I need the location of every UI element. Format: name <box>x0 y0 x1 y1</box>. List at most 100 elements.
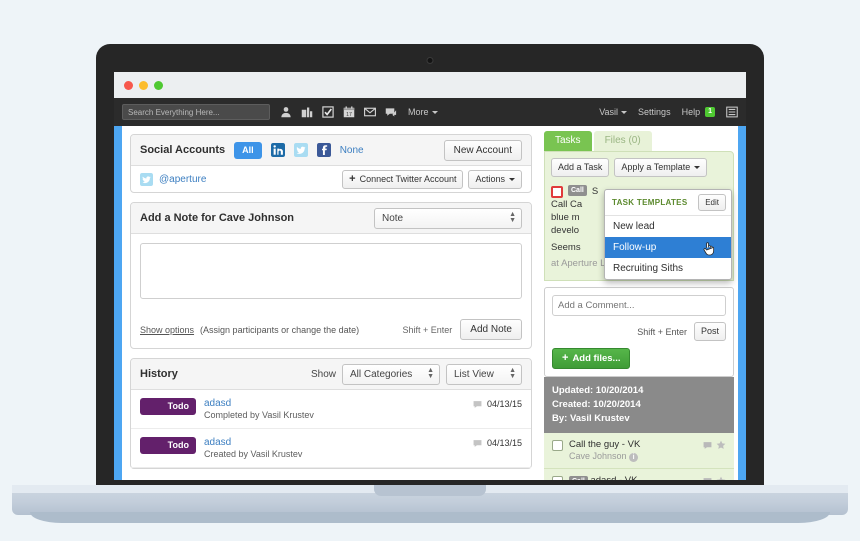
table-row[interactable]: Todo adasd Created by Vasil Krustev 04/1… <box>131 429 531 468</box>
history-panel: History Show All Categories ▲ ▼ List View… <box>130 358 532 469</box>
list-item-title-text: adasd - VK <box>590 475 637 480</box>
help-link[interactable]: Help 1 <box>682 107 715 117</box>
menu-item-new-lead[interactable]: New lead <box>605 216 731 237</box>
page-title: Social Accounts <box>140 144 226 156</box>
view-select[interactable]: List View ▲ ▼ <box>446 363 522 385</box>
list-item-title: Call the guy - VK <box>569 439 641 450</box>
calendar-icon[interactable]: 17 <box>343 106 355 118</box>
list-item[interactable]: Call adasd - VK <box>544 469 734 480</box>
chevron-down-icon <box>694 166 701 169</box>
tasks-sidebar: Tasks Files (0) Add a Task Apply a Templ… <box>540 126 738 480</box>
note-textarea[interactable] <box>140 243 522 299</box>
list-icon[interactable] <box>726 106 738 118</box>
twitter-icon[interactable] <box>293 143 308 157</box>
history-header: History Show All Categories ▲ ▼ List View… <box>131 359 531 390</box>
star-icon[interactable] <box>716 440 726 450</box>
facebook-icon[interactable] <box>316 143 331 157</box>
messages-icon[interactable] <box>385 106 397 118</box>
status-badge: Todo <box>140 398 196 415</box>
history-row-title[interactable]: adasd <box>204 437 465 448</box>
app-body: Social Accounts All None New Account @ap… <box>114 126 746 480</box>
note-type-select[interactable]: Note ▲ ▼ <box>374 207 522 229</box>
mail-icon[interactable] <box>364 106 376 118</box>
history-row-meta: 04/13/15 <box>473 398 522 409</box>
list-item[interactable]: Call the guy - VK Cave Johnson i <box>544 433 734 469</box>
add-note-footer: Show options (Assign participants or cha… <box>131 313 531 348</box>
settings-link[interactable]: Settings <box>638 107 671 117</box>
maximize-icon[interactable] <box>154 80 163 90</box>
add-note-button[interactable]: Add Note <box>460 319 522 340</box>
comment-icon[interactable] <box>703 477 712 481</box>
plus-icon: + <box>562 352 569 364</box>
user-menu-label: Vasil <box>599 107 619 117</box>
show-label: Show <box>310 368 336 380</box>
task-created-date: Created: 10/20/2014 <box>552 399 641 410</box>
comment-icon <box>473 400 482 408</box>
history-row-title[interactable]: adasd <box>204 398 465 409</box>
main-content-column: Social Accounts All None New Account @ap… <box>122 126 540 480</box>
task-checkbox[interactable] <box>552 476 563 480</box>
task-checkbox[interactable] <box>551 186 563 198</box>
info-icon[interactable]: i <box>629 453 639 462</box>
view-select-value: List View <box>454 368 494 380</box>
task-company-prefix: at <box>551 258 559 269</box>
apply-template-label: Apply a Template <box>621 162 691 172</box>
task-detail-title[interactable]: S <box>592 185 598 198</box>
filter-all-button[interactable]: All <box>234 141 262 159</box>
app-topbar: 17 More Vasil Set <box>114 98 746 126</box>
apply-template-button[interactable]: Apply a Template <box>614 158 708 177</box>
search-input[interactable] <box>122 104 270 120</box>
actions-label: Actions <box>475 173 505 184</box>
list-item-subtitle: Cave Johnson i <box>569 451 697 462</box>
cursor-hand-icon <box>703 242 715 256</box>
task-type-chip: Call <box>569 476 588 480</box>
task-checkbox[interactable] <box>552 440 563 451</box>
laptop-notch <box>374 485 486 496</box>
actions-button[interactable]: Actions <box>468 169 522 189</box>
comment-input[interactable] <box>552 295 726 316</box>
edit-templates-button[interactable]: Edit <box>698 194 726 211</box>
stepper-arrows-icon: ▲ ▼ <box>509 367 516 380</box>
category-select[interactable]: All Categories ▲ ▼ <box>342 363 440 385</box>
list-item-contact[interactable]: Cave Johnson <box>569 451 627 461</box>
new-account-button[interactable]: New Account <box>443 139 522 161</box>
list-item-main: Call adasd - VK <box>569 475 697 480</box>
left-rail <box>114 126 122 480</box>
add-files-button[interactable]: + Add files... <box>552 348 631 369</box>
add-task-button[interactable]: Add a Task <box>551 158 610 177</box>
table-row[interactable]: Todo adasd Completed by Vasil Krustev 04… <box>131 390 531 429</box>
contacts-icon[interactable] <box>280 106 292 118</box>
menu-item-recruiting-siths[interactable]: Recruiting Siths <box>605 258 731 279</box>
list-item-icons <box>703 475 726 480</box>
menu-item-follow-up-label: Follow-up <box>613 242 657 253</box>
social-accounts-panel: Social Accounts All None New Account @ap… <box>130 134 532 193</box>
tab-tasks[interactable]: Tasks <box>544 131 592 151</box>
task-templates-dropdown[interactable]: TASK TEMPLATES Edit New lead Follow-up R… <box>604 189 732 280</box>
tasks-icon[interactable] <box>322 106 334 118</box>
connect-twitter-account-button[interactable]: + Connect Twitter Account <box>342 169 464 189</box>
chevron-down-icon <box>509 177 515 181</box>
laptop-mockup: 17 More Vasil Set <box>0 0 860 541</box>
user-menu[interactable]: Vasil <box>599 107 628 117</box>
tab-files[interactable]: Files (0) <box>593 131 652 151</box>
note-footer-actions: Shift + Enter Add Note <box>403 319 522 340</box>
tasks-sidebar-scroll[interactable]: Tasks Files (0) Add a Task Apply a Templ… <box>540 131 738 480</box>
post-comment-button[interactable]: Post <box>693 322 726 341</box>
more-menu[interactable]: More <box>408 107 438 117</box>
stepper-arrows-icon: ▲ ▼ <box>509 211 516 224</box>
comment-icon[interactable] <box>703 441 712 450</box>
filter-none-button[interactable]: None <box>340 145 364 156</box>
linkedin-icon[interactable] <box>270 143 285 157</box>
companies-icon[interactable] <box>301 106 313 118</box>
list-item-main: Call the guy - VK Cave Johnson i <box>569 439 697 462</box>
task-created-by: By: Vasil Krustev <box>552 413 630 424</box>
close-icon[interactable] <box>124 80 133 90</box>
menu-item-follow-up[interactable]: Follow-up <box>605 237 731 258</box>
add-files-label: Add files... <box>572 353 621 364</box>
status-badge: Todo <box>140 437 196 454</box>
star-icon[interactable] <box>716 476 726 480</box>
minimize-icon[interactable] <box>139 80 148 90</box>
show-options-link[interactable]: Show options <box>140 325 194 335</box>
twitter-handle[interactable]: @aperture <box>159 174 206 185</box>
laptop-base <box>12 485 848 515</box>
